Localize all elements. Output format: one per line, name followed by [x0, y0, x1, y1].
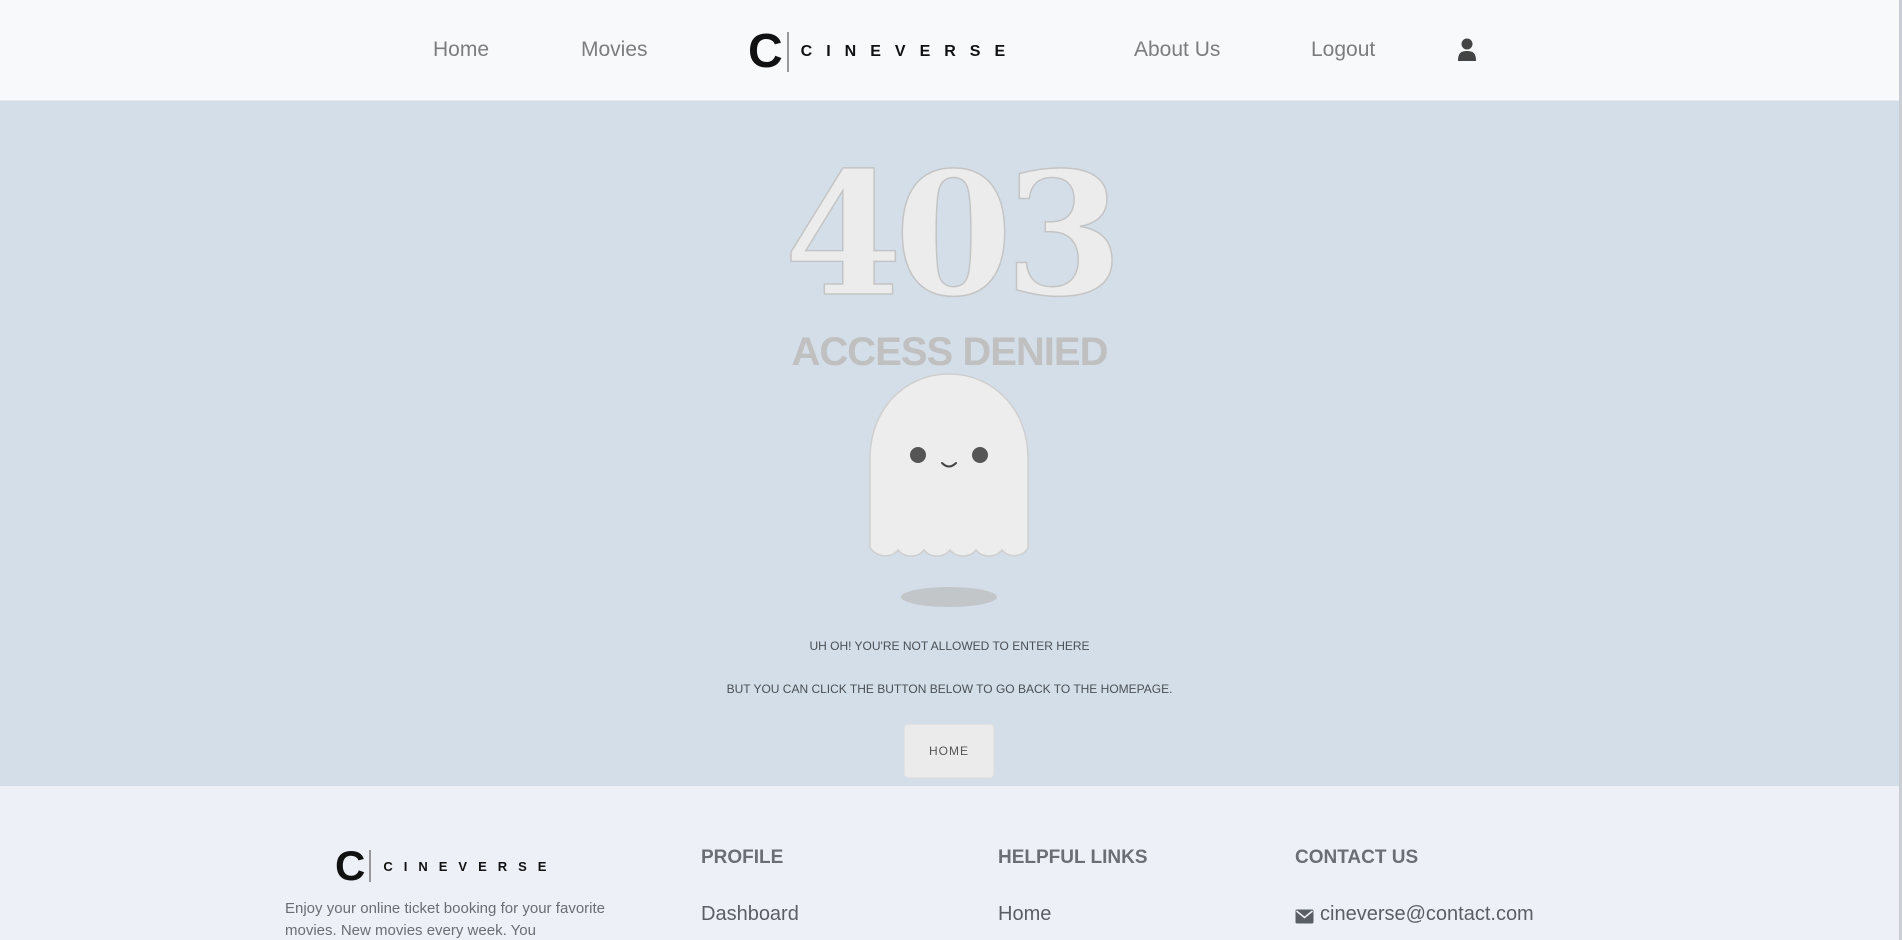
error-title: ACCESS DENIED	[791, 330, 1109, 374]
footer-contact-email[interactable]: cineverse@contact.com	[1320, 903, 1534, 926]
footer-profile-title: PROFILE	[701, 847, 784, 868]
footer-contact-title: CONTACT US	[1295, 847, 1419, 868]
logo-letter: C	[748, 25, 783, 78]
home-button[interactable]: HOME	[904, 724, 994, 778]
logo-wordmark: CINEVERSE	[800, 43, 1020, 60]
nav-about-link[interactable]: About Us	[1134, 38, 1220, 62]
footer-logo-letter: C	[335, 842, 366, 889]
navbar-logo[interactable]: C CINEVERSE	[748, 28, 1019, 76]
nav-logout-link[interactable]: Logout	[1311, 38, 1375, 62]
footer-logo[interactable]: C CINEVERSE	[335, 845, 557, 887]
user-icon[interactable]	[1457, 38, 1477, 62]
footer-about-text: Enjoy your online ticket booking for you…	[285, 900, 605, 939]
envelope-icon	[1295, 909, 1314, 924]
ghost-illustration	[869, 373, 1029, 557]
error-message-primary: UH OH! YOU'RE NOT ALLOWED TO ENTER HERE	[809, 639, 1090, 653]
nav-movies-link[interactable]: Movies	[581, 38, 648, 62]
footer-logo-divider	[369, 850, 372, 882]
nav-home-link[interactable]: Home	[433, 38, 489, 62]
logo-divider	[786, 32, 789, 72]
error-code: 403	[783, 135, 1123, 335]
error-message-secondary: BUT YOU CAN CLICK THE BUTTON BELOW TO GO…	[726, 682, 1173, 696]
footer-home-link[interactable]: Home	[998, 903, 1051, 926]
footer: C CINEVERSE Enjoy your online ticket boo…	[0, 786, 1899, 940]
navbar: Home Movies C CINEVERSE About Us Logout	[0, 0, 1899, 101]
ghost-shadow	[901, 587, 997, 607]
footer-helpful-links-title: HELPFUL LINKS	[998, 847, 1148, 868]
footer-logo-wordmark: CINEVERSE	[383, 858, 558, 874]
footer-dashboard-link[interactable]: Dashboard	[701, 903, 799, 926]
